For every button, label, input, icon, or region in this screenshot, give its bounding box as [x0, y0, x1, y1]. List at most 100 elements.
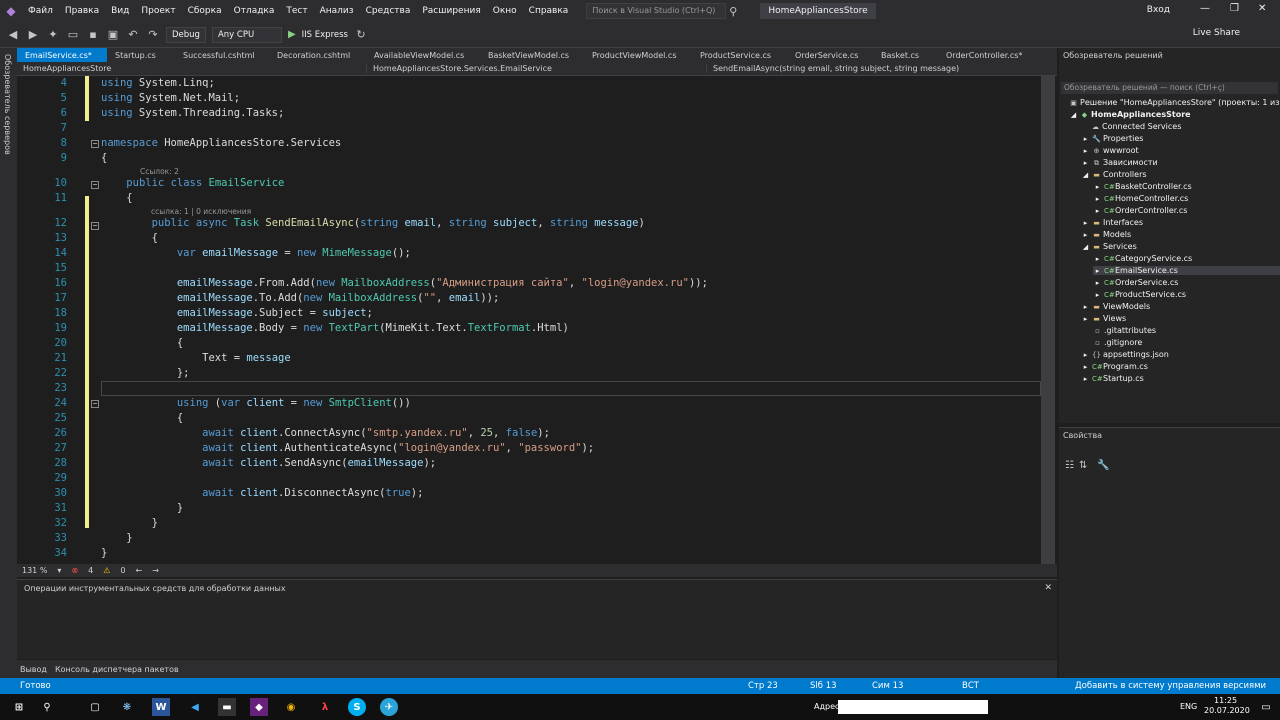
refresh-icon[interactable]: ↻	[354, 28, 368, 41]
menu-window[interactable]: Окно	[487, 6, 523, 16]
solution-root[interactable]: ▣ Решение "HomeAppliancesStore" (проекты:…	[1069, 98, 1280, 107]
categorized-icon[interactable]: ☷	[1065, 460, 1074, 471]
panel-close-icon[interactable]: ✕	[1044, 583, 1052, 593]
server-explorer-strip[interactable]: Обозреватель серверов	[0, 48, 17, 678]
menu-tools[interactable]: Средства	[360, 6, 417, 16]
zoom-dropdown-icon[interactable]: ▾	[57, 566, 61, 575]
maximize-button[interactable]: ❐	[1230, 3, 1239, 14]
tree-item[interactable]: ▸ ⊕ wwwroot	[1081, 146, 1139, 155]
tab-ordercontroller[interactable]: OrderController.cs*	[938, 48, 1038, 62]
menu-edit[interactable]: Правка	[59, 6, 105, 16]
language-indicator[interactable]: ENG	[1180, 702, 1197, 711]
alphabetical-icon[interactable]: ⇅	[1079, 460, 1087, 471]
expand-icon[interactable]: ◢	[1081, 243, 1090, 251]
undo-icon[interactable]: ↶	[126, 28, 140, 41]
collapse-icon[interactable]: ▸	[1081, 231, 1090, 239]
tree-item[interactable]: ◢ ▬ Services	[1081, 242, 1137, 251]
skype-icon[interactable]: S	[348, 698, 366, 716]
tab-successful[interactable]: Successful.cshtml	[175, 48, 269, 62]
solution-search-input[interactable]: Обозреватель решений — поиск (Ctrl+ç)	[1061, 82, 1278, 94]
vscode-icon[interactable]: ◀	[186, 698, 204, 716]
collapse-icon[interactable]: ▸	[1081, 303, 1090, 311]
collapse-icon[interactable]: ▸	[1081, 315, 1090, 323]
class-dropdown[interactable]: HomeAppliancesStore.Services.EmailServic…	[367, 64, 707, 73]
tree-item[interactable]: ▸ C#CategoryService.cs	[1093, 254, 1192, 263]
tab-startup[interactable]: Startup.cs	[107, 48, 175, 62]
expand-icon[interactable]: ◢	[1069, 111, 1078, 119]
tab-basket[interactable]: Basket.cs	[873, 48, 938, 62]
codelens-references[interactable]: Ссылок: 2	[140, 167, 179, 176]
close-button[interactable]: ✕	[1258, 3, 1266, 14]
menu-build[interactable]: Сборка	[182, 6, 228, 16]
code-editor[interactable]: − − − − 4 using System.Linq; 5 using Sys…	[17, 76, 1047, 564]
tree-item[interactable]: ◢ ▬ Controllers	[1081, 170, 1147, 179]
back-icon[interactable]: ◀	[6, 28, 20, 41]
next-issue-icon[interactable]: →	[152, 566, 159, 575]
search-icon[interactable]: ⚲	[38, 698, 56, 716]
terminal-icon[interactable]: ▬	[218, 698, 236, 716]
live-share-button[interactable]: Live Share	[1193, 28, 1240, 38]
warning-icon[interactable]: ⚠	[103, 566, 110, 575]
chrome-icon[interactable]: ◉	[282, 698, 300, 716]
tree-item[interactable]: ▸ ▬ Views	[1081, 314, 1126, 323]
tab-productservice[interactable]: ProductService.cs	[692, 48, 787, 62]
tab-decoration[interactable]: Decoration.cshtml	[269, 48, 366, 62]
address-input[interactable]	[838, 700, 988, 714]
minimize-button[interactable]: —	[1200, 3, 1210, 14]
warning-count[interactable]: 0	[120, 566, 125, 575]
word-icon[interactable]: W	[152, 698, 170, 716]
collapse-icon[interactable]: ▸	[1093, 195, 1102, 203]
add-to-source-control-button[interactable]: Добавить в систему управления версиями	[1075, 681, 1266, 691]
tree-item[interactable]: ▸{} appsettings.json	[1081, 350, 1169, 359]
menu-analyze[interactable]: Анализ	[314, 6, 360, 16]
fold-toggle[interactable]: −	[91, 181, 99, 189]
menu-test[interactable]: Тест	[280, 6, 313, 16]
tree-item[interactable]: ▸ ⧉ Зависимости	[1081, 158, 1158, 168]
tab-availableviewmodel[interactable]: AvailableViewModel.cs	[366, 48, 480, 62]
tab-basketviewmodel[interactable]: BasketViewModel.cs	[480, 48, 584, 62]
project-node[interactable]: ◢ ◆ HomeAppliancesStore	[1069, 110, 1191, 119]
collapse-icon[interactable]: ▸	[1093, 183, 1102, 191]
error-count[interactable]: 4	[88, 566, 93, 575]
visual-studio-icon[interactable]: ◆	[250, 698, 268, 716]
tree-item[interactable]: ▫ .gitignore	[1093, 338, 1142, 347]
notifications-icon[interactable]: ▭	[1258, 698, 1274, 716]
menu-debug[interactable]: Отладка	[228, 6, 281, 16]
platform-dropdown[interactable]: Any CPU	[211, 26, 282, 43]
search-icon[interactable]: ⚲	[726, 5, 740, 18]
collapse-icon[interactable]: ▸	[1081, 375, 1090, 383]
tree-item[interactable]: ▸ C#Startup.cs	[1081, 374, 1144, 383]
tree-item[interactable]: ▸ C#HomeController.cs	[1093, 194, 1189, 203]
tree-item[interactable]: ▸ ▬ Interfaces	[1081, 218, 1143, 227]
tree-item[interactable]: ▸ ▬ ViewModels	[1081, 302, 1150, 311]
project-dropdown[interactable]: HomeAppliancesStore	[17, 64, 367, 73]
expand-icon[interactable]: ◢	[1081, 171, 1090, 179]
member-dropdown[interactable]: SendEmailAsync(string email, string subj…	[707, 64, 1047, 73]
collapse-icon[interactable]: ▸	[1081, 219, 1090, 227]
prev-issue-icon[interactable]: ←	[136, 566, 143, 575]
collapse-icon[interactable]: ▸	[1081, 147, 1090, 155]
tree-item[interactable]: ▫ .gitattributes	[1093, 326, 1156, 335]
collapse-icon[interactable]: ▸	[1093, 267, 1102, 275]
settings-app-icon[interactable]: ❋	[118, 698, 136, 716]
collapse-icon[interactable]: ▸	[1093, 207, 1102, 215]
fold-toggle[interactable]: −	[91, 140, 99, 148]
forward-icon[interactable]: ▶	[26, 28, 40, 41]
config-dropdown[interactable]: Debug	[166, 26, 206, 43]
menu-file[interactable]: Файл	[22, 6, 59, 16]
tree-item[interactable]: ▸ ▬ Models	[1081, 230, 1131, 239]
collapse-icon[interactable]: ▸	[1093, 279, 1102, 287]
redo-icon[interactable]: ↷	[146, 28, 160, 41]
fold-toggle[interactable]: −	[91, 222, 99, 230]
tree-item[interactable]: ▸ C#ProductService.cs	[1093, 290, 1186, 299]
editor-scrollbar[interactable]	[1041, 76, 1055, 564]
telegram-icon[interactable]: ✈	[380, 698, 398, 716]
collapse-icon[interactable]: ▸	[1081, 159, 1090, 167]
error-icon[interactable]: ⊗	[71, 566, 78, 575]
run-button[interactable]: IIS Express	[302, 30, 348, 40]
tab-orderservice[interactable]: OrderService.cs	[787, 48, 873, 62]
play-icon[interactable]: ▶	[288, 29, 296, 40]
tree-item-selected[interactable]: ▸ C#EmailService.cs	[1093, 266, 1280, 275]
collapse-icon[interactable]: ▸	[1093, 255, 1102, 263]
open-folder-icon[interactable]: ▭	[66, 28, 80, 41]
